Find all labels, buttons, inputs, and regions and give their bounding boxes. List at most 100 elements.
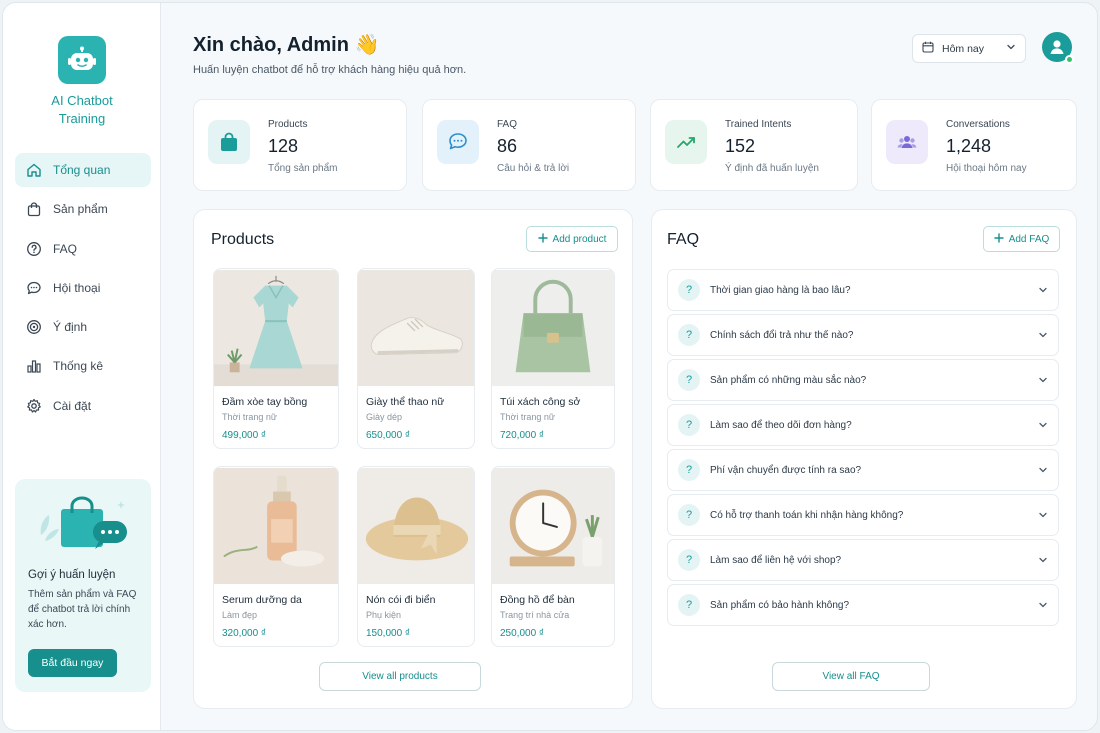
desk-clock-product-image xyxy=(492,467,614,585)
faq-title: FAQ xyxy=(667,231,700,248)
stat-value: 86 xyxy=(497,136,518,156)
stat-label: Products xyxy=(268,119,308,130)
add-product-label: Add product xyxy=(552,233,607,245)
sidebar-item-intents[interactable]: Ý định xyxy=(15,310,151,344)
faq-question: Sản phẩm có bảo hành không? xyxy=(710,599,849,611)
add-product-button[interactable]: Add product xyxy=(526,226,618,252)
question-icon: ? xyxy=(678,279,700,301)
sidebar-item-label: Hội thoại xyxy=(53,280,101,295)
target-icon xyxy=(26,319,42,335)
sidebar-item-label: FAQ xyxy=(53,241,78,256)
faq-item[interactable]: ? Làm sao để liên hệ với shop? xyxy=(667,539,1059,581)
product-card[interactable]: Túi xách công sở Thời trang nữ 720,000 ₫ xyxy=(491,268,615,449)
faq-item[interactable]: ? Thời gian giao hàng là bao lâu? xyxy=(667,269,1059,311)
straw-hat-product-image xyxy=(358,468,474,584)
chat-icon xyxy=(437,120,479,164)
product-card[interactable]: Nón cói đi biển Phụ kiện 150,000 ₫ xyxy=(357,466,475,647)
gear-icon xyxy=(26,398,42,414)
sneaker-product-image xyxy=(358,270,474,386)
chevron-down-icon[interactable] xyxy=(1028,375,1058,385)
sidebar: AI Chatbot Training Tổng quan Sản phẩm F… xyxy=(3,3,161,730)
dress-product-image xyxy=(214,269,338,387)
question-icon: ? xyxy=(678,369,700,391)
page-subtitle: Huấn luyện chatbot để hỗ trợ khách hàng … xyxy=(193,64,467,76)
sidebar-item-faq[interactable]: FAQ xyxy=(15,232,151,266)
sidebar-item-overview[interactable]: Tổng quan xyxy=(15,153,151,187)
product-card[interactable]: Đồng hồ để bàn Trang trí nhà cửa 250,000… xyxy=(491,466,615,647)
product-name: Đồng hồ để bàn xyxy=(500,594,575,606)
product-name: Giày thể thao nữ xyxy=(366,396,445,408)
plus-icon xyxy=(537,232,548,246)
chevron-down-icon xyxy=(1006,42,1016,55)
product-name: Serum dưỡng da xyxy=(222,594,302,606)
shopping-chat-illustration xyxy=(40,496,127,549)
view-all-faq-button[interactable]: View all FAQ xyxy=(772,662,930,691)
products-panel: Products Add product Đầm xòe tay bồng Th… xyxy=(193,209,633,709)
view-all-products-button[interactable]: View all products xyxy=(319,662,481,691)
product-price: 650,000 ₫ xyxy=(366,430,411,441)
date-filter-value: Hôm nay xyxy=(942,42,985,55)
faq-panel: FAQ Add FAQ ? Thời gian giao hàng là bao… xyxy=(651,209,1077,709)
start-now-button[interactable]: Bắt đầu ngay xyxy=(28,649,117,677)
add-faq-label: Add FAQ xyxy=(1008,233,1050,245)
handbag-product-image xyxy=(492,269,614,387)
tip-text: Thêm sản phẩm và FAQ để chatbot trả lời … xyxy=(28,589,137,630)
sidebar-item-products[interactable]: Sản phẩm xyxy=(15,192,151,226)
product-price: 720,000 ₫ xyxy=(500,430,545,441)
trend-up-icon xyxy=(665,120,707,164)
chevron-down-icon[interactable] xyxy=(1028,330,1058,340)
faq-question: Sản phẩm có những màu sắc nào? xyxy=(710,374,867,386)
faq-question: Có hỗ trợ thanh toán khi nhận hàng không… xyxy=(710,509,904,521)
product-card[interactable]: Giày thể thao nữ Giày dép 650,000 ₫ xyxy=(357,268,475,449)
help-circle-icon xyxy=(26,241,42,257)
stat-label: Trained Intents xyxy=(725,119,792,130)
faq-question: Làm sao để liên hệ với shop? xyxy=(710,554,842,566)
stat-description: Câu hỏi & trả lời xyxy=(497,163,570,174)
faq-item[interactable]: ? Có hỗ trợ thanh toán khi nhận hàng khô… xyxy=(667,494,1059,536)
product-price: 250,000 ₫ xyxy=(500,628,545,639)
chevron-down-icon[interactable] xyxy=(1028,510,1058,520)
serum-product-image xyxy=(214,467,338,585)
chevron-down-icon[interactable] xyxy=(1028,465,1058,475)
product-category: Thời trang nữ xyxy=(222,412,277,422)
plus-icon xyxy=(994,232,1004,246)
sidebar-item-settings[interactable]: Cài đặt xyxy=(15,389,151,423)
products-title: Products xyxy=(211,231,275,248)
faq-question: Làm sao để theo dõi đơn hàng? xyxy=(710,419,852,431)
chevron-down-icon[interactable] xyxy=(1028,285,1058,295)
stat-card-intents: Trained Intents 152 Ý định đã huấn luyện xyxy=(650,99,858,191)
chevron-down-icon[interactable] xyxy=(1028,600,1058,610)
product-category: Thời trang nữ xyxy=(500,412,555,422)
faq-item[interactable]: ? Sản phẩm có bảo hành không? xyxy=(667,584,1059,626)
faq-item[interactable]: ? Chính sách đổi trả như thế nào? xyxy=(667,314,1059,356)
stat-value: 1,248 xyxy=(946,136,992,156)
sidebar-item-label: Tổng quan xyxy=(53,163,111,177)
question-icon: ? xyxy=(678,594,700,616)
product-category: Phụ kiện xyxy=(366,610,402,620)
date-filter-dropdown[interactable]: Hôm nay xyxy=(912,34,1026,63)
user-icon xyxy=(1050,40,1064,54)
product-card[interactable]: Đầm xòe tay bồng Thời trang nữ 499,000 ₫ xyxy=(213,268,339,449)
question-icon: ? xyxy=(678,504,700,526)
faq-item[interactable]: ? Làm sao để theo dõi đơn hàng? xyxy=(667,404,1059,446)
product-card[interactable]: Serum dưỡng da Làm đẹp 320,000 ₫ xyxy=(213,466,339,647)
stat-description: Ý định đã huấn luyện xyxy=(725,163,819,174)
bar-chart-icon xyxy=(26,358,42,374)
chevron-down-icon[interactable] xyxy=(1028,555,1058,565)
chat-icon xyxy=(26,280,42,296)
product-name: Nón cói đi biển xyxy=(366,594,436,606)
stat-card-conversations: Conversations 1,248 Hội thoại hôm nay xyxy=(871,99,1077,191)
sidebar-item-label: Sản phẩm xyxy=(53,202,108,217)
training-tip-card: Gợi ý huấn luyện Thêm sản phẩm và FAQ để… xyxy=(15,479,151,692)
product-price: 320,000 ₫ xyxy=(222,628,267,639)
chevron-down-icon[interactable] xyxy=(1028,420,1058,430)
stat-label: Conversations xyxy=(946,119,1010,130)
sidebar-nav: Tổng quan Sản phẩm FAQ Hội thoại Ý định … xyxy=(15,153,151,428)
product-name: Đầm xòe tay bồng xyxy=(222,396,308,408)
faq-item[interactable]: ? Sản phẩm có những màu sắc nào? xyxy=(667,359,1059,401)
calendar-icon xyxy=(922,41,934,56)
faq-item[interactable]: ? Phí vận chuyển được tính ra sao? xyxy=(667,449,1059,491)
add-faq-button[interactable]: Add FAQ xyxy=(983,226,1060,252)
sidebar-item-statistics[interactable]: Thống kê xyxy=(15,349,151,383)
sidebar-item-conversations[interactable]: Hội thoại xyxy=(15,271,151,305)
